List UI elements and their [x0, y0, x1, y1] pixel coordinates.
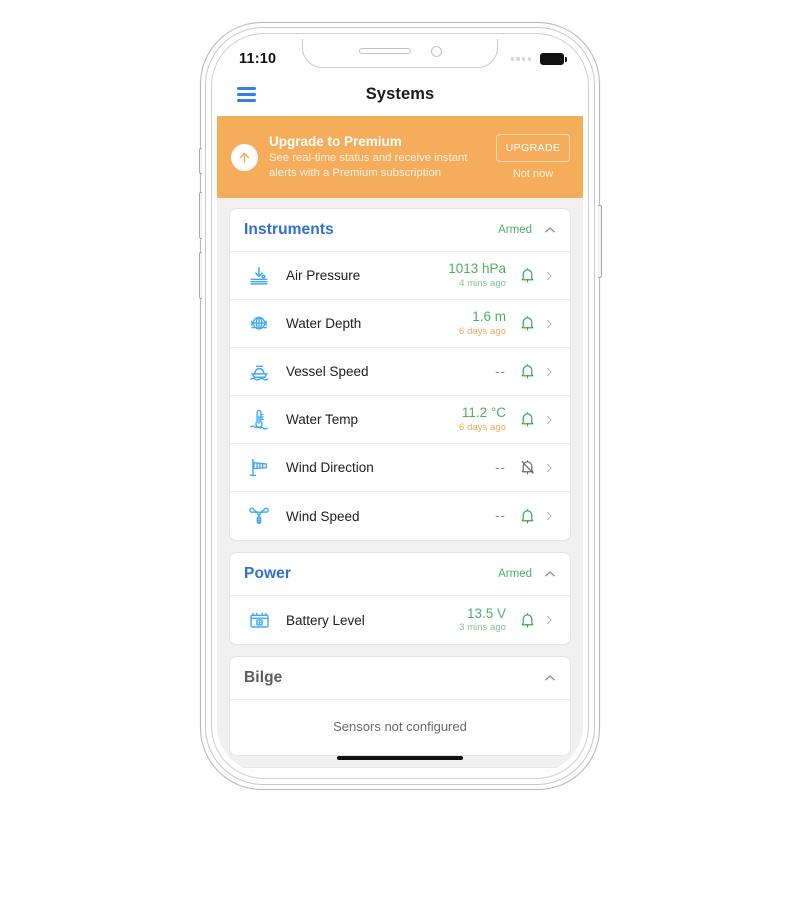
sensor-label: Battery Level: [286, 612, 365, 628]
card-header[interactable]: Bilge: [230, 657, 570, 700]
sensor-value: --: [495, 508, 506, 524]
premium-upgrade-banner: Upgrade to Premium See real-time status …: [217, 116, 583, 198]
sensor-row[interactable]: Wind Direction --: [230, 444, 570, 492]
card-header[interactable]: Power Armed: [230, 553, 570, 596]
bell-icon[interactable]: [517, 363, 537, 380]
battery-level-icon: [244, 609, 274, 632]
mute-switch-button[interactable]: [198, 148, 202, 174]
navigation-bar: Systems: [217, 73, 583, 116]
chevron-right-icon[interactable]: [541, 414, 557, 426]
sensor-value: 13.5 V: [466, 605, 506, 621]
sensor-value-block: 11.2 °C 6 days ago: [459, 405, 506, 434]
chevron-up-icon[interactable]: [543, 567, 557, 581]
sensor-label: Wind Direction: [286, 460, 374, 475]
screenshot-stage: 11:10 Systems Upgrade to Premium See rea…: [0, 0, 800, 900]
sensor-value: 1.6 m: [472, 309, 506, 324]
upgrade-button[interactable]: UPGRADE: [496, 134, 570, 162]
promo-subtitle: See real-time status and receive instant…: [269, 152, 468, 179]
sensor-value-block: --: [495, 460, 506, 476]
sensor-timestamp: 3 mins ago: [459, 622, 506, 634]
chevron-right-icon[interactable]: [541, 366, 557, 378]
chevron-right-icon[interactable]: [541, 318, 557, 330]
sensor-value: 1013 hPa: [448, 261, 506, 276]
phone-screen: 11:10 Systems Upgrade to Premium See rea…: [217, 39, 583, 773]
card-title: Power: [244, 565, 292, 582]
home-indicator[interactable]: [337, 755, 463, 760]
sensor-label: Vessel Speed: [286, 364, 369, 379]
sensor-value-block: --: [495, 508, 506, 524]
sensor-row[interactable]: Air Pressure 1013 hPa 4 mins ago: [230, 252, 570, 300]
chevron-right-icon[interactable]: [541, 510, 557, 522]
sensor-timestamp: 4 mins ago: [459, 277, 506, 289]
earpiece-speaker-icon: [358, 48, 411, 54]
sensor-value-block: 13.5 V3 mins ago: [459, 606, 506, 635]
sensor-value: 11.2 °C: [461, 405, 506, 420]
front-camera-icon: [430, 45, 442, 57]
sensor-label: Air Pressure: [286, 268, 361, 283]
air-pressure-icon: [244, 265, 274, 287]
status-badge: Armed: [498, 224, 532, 236]
system-card: Bilge Sensors not configured: [229, 656, 571, 756]
sensor-label: Water Depth: [286, 316, 362, 331]
status-bar-indicators: [510, 53, 567, 65]
sensor-value-block: 1013 hPa 4 mins ago: [448, 261, 506, 290]
page-title: Systems: [365, 85, 435, 103]
volume-down-button[interactable]: [198, 252, 202, 299]
chevron-up-icon[interactable]: [543, 671, 557, 685]
power-button[interactable]: [598, 205, 602, 278]
empty-state-message: Sensors not configured: [333, 719, 467, 734]
chevron-right-icon[interactable]: [541, 270, 557, 282]
promo-title: Upgrade to Premium: [269, 133, 402, 149]
bell-icon[interactable]: [517, 508, 537, 525]
sensor-timestamp: 6 days ago: [459, 325, 506, 337]
status-bar-clock: 11:10: [239, 51, 277, 67]
sensor-value: --: [495, 459, 506, 475]
system-card: Power Armed Battery Level 13.5 V3 mins ago: [229, 552, 571, 645]
bell-icon[interactable]: [517, 315, 537, 332]
sensor-row[interactable]: Wind Speed --: [230, 492, 570, 540]
bell-icon[interactable]: [517, 267, 537, 284]
water-depth-icon: [244, 313, 274, 335]
volume-up-button[interactable]: [198, 192, 202, 239]
bell-icon[interactable]: [517, 411, 537, 428]
content-scroll-area[interactable]: Upgrade to Premium See real-time status …: [217, 116, 583, 773]
sensor-label: Wind Speed: [286, 508, 360, 524]
system-card: Instruments Armed Air Pressure 1013 hPa 4 m…: [229, 208, 571, 541]
sensor-row[interactable]: Battery Level 13.5 V3 mins ago: [230, 596, 570, 644]
chevron-up-icon[interactable]: [543, 223, 557, 237]
wind-speed-icon: [244, 505, 274, 527]
signal-dots-icon: [510, 57, 531, 61]
water-temp-icon: [244, 409, 274, 431]
arrow-up-circle-icon: [231, 143, 258, 171]
bell-icon[interactable]: [517, 612, 537, 629]
sensor-row[interactable]: Vessel Speed --: [230, 348, 570, 396]
bell-off-icon[interactable]: [517, 459, 537, 476]
hamburger-menu-icon[interactable]: [237, 87, 256, 102]
card-title: Bilge: [244, 669, 283, 686]
status-badge: Armed: [498, 568, 532, 580]
sensor-label: Water Temp: [286, 412, 359, 427]
card-header[interactable]: Instruments Armed: [230, 209, 570, 252]
promo-actions: UPGRADE Not now: [496, 134, 570, 180]
sensor-value: --: [495, 363, 506, 379]
systems-card-list: Instruments Armed Air Pressure 1013 hPa 4 m…: [217, 198, 583, 773]
not-now-link[interactable]: Not now: [496, 168, 570, 180]
card-title: Instruments: [244, 221, 334, 238]
sensor-row[interactable]: Water Depth 1.6 m6 days ago: [230, 300, 570, 348]
chevron-right-icon[interactable]: [541, 614, 557, 626]
sensor-value-block: --: [495, 364, 506, 380]
sensor-row[interactable]: Water Temp 11.2 °C 6 days ago: [230, 396, 570, 444]
chevron-right-icon[interactable]: [541, 462, 557, 474]
sensor-timestamp: 6 days ago: [459, 421, 506, 433]
phone-notch: [302, 39, 498, 68]
promo-text-block: Upgrade to Premium See real-time status …: [269, 134, 485, 181]
vessel-speed-icon: [244, 360, 274, 383]
battery-full-icon: [540, 53, 567, 65]
sensor-value-block: 1.6 m6 days ago: [459, 309, 506, 338]
next-card-partial[interactable]: [229, 767, 571, 773]
wind-direction-icon: [244, 457, 274, 479]
